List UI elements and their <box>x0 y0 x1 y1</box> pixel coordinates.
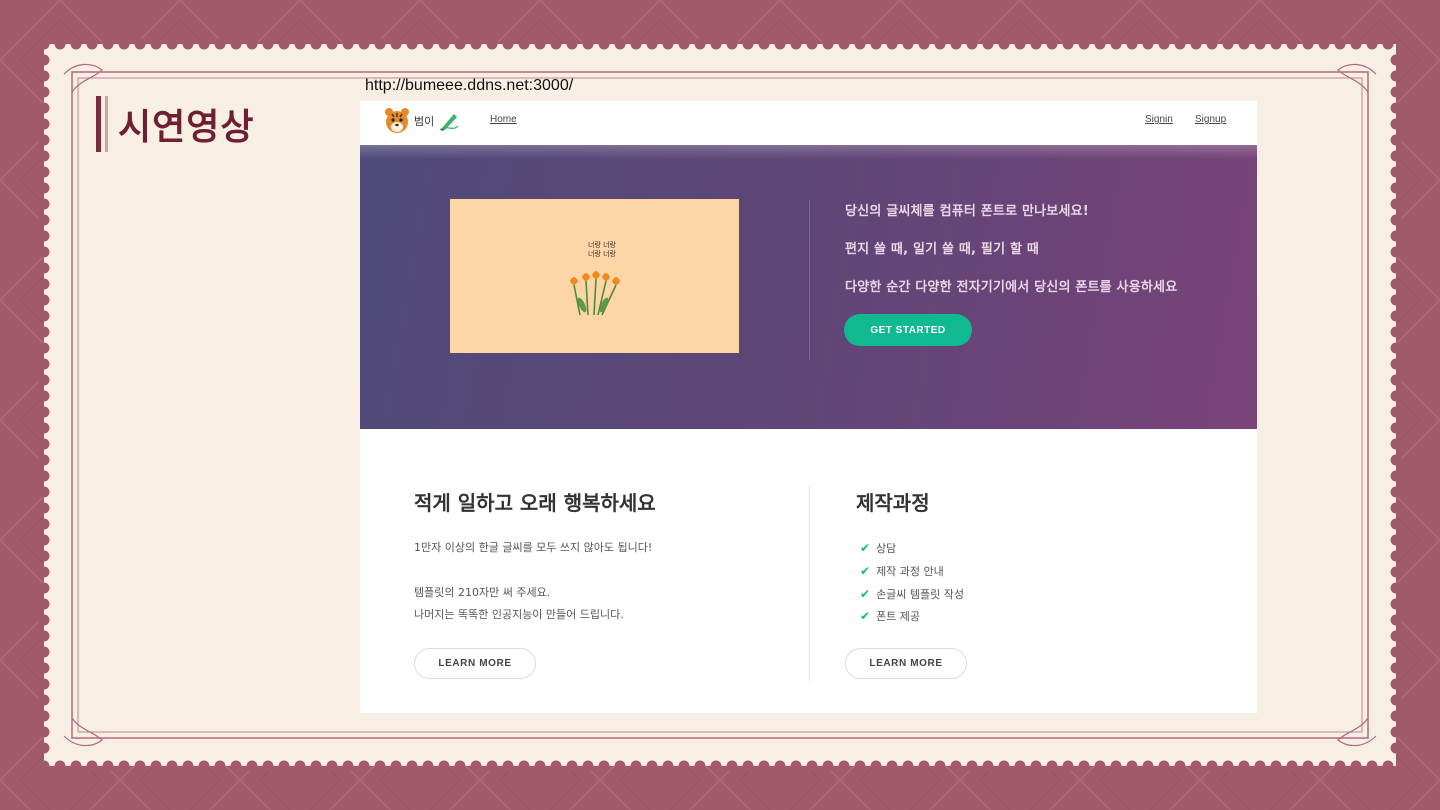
nav-signup-link[interactable]: Signup <box>1195 114 1226 125</box>
check-icon: ✔ <box>860 564 871 579</box>
learn-more-button-left[interactable]: LEARN MORE <box>414 648 536 679</box>
learn-more-button-right[interactable]: LEARN MORE <box>845 648 967 679</box>
nav-home-link[interactable]: Home <box>490 114 517 125</box>
hero-divider <box>809 200 810 360</box>
list-item: ✔ 상담 <box>860 537 964 560</box>
process-step-3: 손글씨 템플릿 작성 <box>876 587 965 601</box>
slide-title: 시연영상 <box>96 96 254 152</box>
process-step-1: 상담 <box>876 542 897 556</box>
list-item: ✔ 손글씨 템플릿 작성 <box>860 582 964 605</box>
handwriting-line-2: 너랑 너랑 <box>588 250 616 258</box>
left-paragraph-3: 나머지는 똑똑한 인공지능이 만들어 드립니다. <box>414 608 624 621</box>
hero-image-card: 너랑 너랑 너랑 너랑 <box>450 199 739 353</box>
check-icon: ✔ <box>860 541 871 556</box>
website-screenshot: 범이 Home Signin Signup 너랑 너랑 너랑 너랑 당신의 글씨… <box>360 101 1257 713</box>
pen-icon <box>439 114 459 131</box>
nav-signin-link[interactable]: Signin <box>1145 114 1173 125</box>
check-icon: ✔ <box>860 609 871 624</box>
hero-top-shadow <box>360 145 1257 159</box>
tulip-icon <box>570 271 620 316</box>
right-title: 제작과정 <box>856 491 930 515</box>
logo-text: 범이 <box>414 116 435 128</box>
handwriting-sample: 너랑 너랑 너랑 너랑 <box>562 241 642 259</box>
logo[interactable]: 범이 <box>384 107 460 135</box>
process-step-4: 폰트 제공 <box>876 610 921 624</box>
title-accent-bar <box>96 96 101 152</box>
features-divider <box>809 485 810 681</box>
list-item: ✔ 제작 과정 안내 <box>860 560 964 583</box>
title-accent-bar-light <box>105 96 108 152</box>
left-paragraph-1: 1만자 이상의 한글 글씨를 모두 쓰지 않아도 됩니다! <box>414 541 653 554</box>
hero-line-3: 다양한 순간 다양한 전자기기에서 당신의 폰트를 사용하세요 <box>845 280 1178 295</box>
check-icon: ✔ <box>860 586 871 601</box>
left-title: 적게 일하고 오래 행복하세요 <box>414 491 656 515</box>
slide-title-text: 시연영상 <box>118 106 255 148</box>
navbar: 범이 Home Signin Signup <box>360 101 1257 145</box>
hero-line-1: 당신의 글씨체를 컴퓨터 폰트로 만나보세요! <box>845 204 1089 219</box>
handwriting-line-1: 너랑 너랑 <box>588 241 616 249</box>
left-paragraph-2: 템플릿의 210자만 써 주세요. <box>414 586 551 599</box>
process-step-2: 제작 과정 안내 <box>876 565 944 579</box>
features-section: 적게 일하고 오래 행복하세요 1만자 이상의 한글 글씨를 모두 쓰지 않아도… <box>360 429 1257 713</box>
demo-url: http://bumeee.ddns.net:3000/ <box>365 77 574 94</box>
tiger-face-icon <box>385 108 409 133</box>
process-list: ✔ 상담 ✔ 제작 과정 안내 ✔ 손글씨 템플릿 작성 ✔ 폰트 제공 <box>860 537 964 628</box>
hero-section: 너랑 너랑 너랑 너랑 당신의 글씨체를 컴퓨터 폰트로 만나보세요! 편지 쓸… <box>360 145 1257 429</box>
get-started-button[interactable]: GET STARTED <box>844 314 972 346</box>
hero-line-2: 편지 쓸 때, 일기 쓸 때, 필기 할 때 <box>845 242 1040 257</box>
list-item: ✔ 폰트 제공 <box>860 605 964 628</box>
